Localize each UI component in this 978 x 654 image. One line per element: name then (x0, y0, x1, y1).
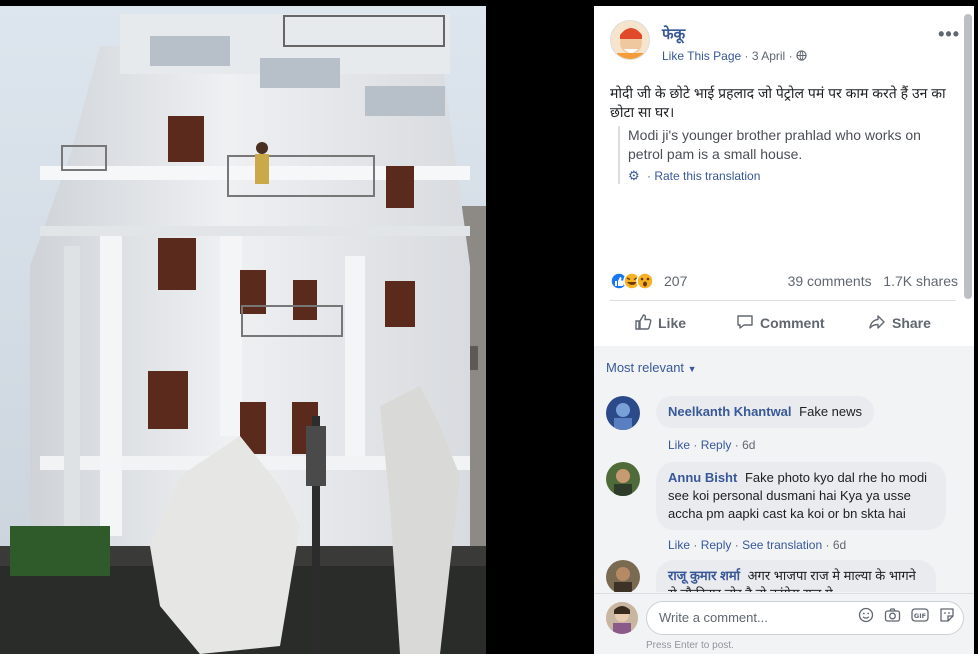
building-photo (0, 6, 486, 654)
comment-like-link[interactable]: Like (668, 538, 690, 552)
separator: · (788, 49, 793, 63)
share-label: Share (892, 315, 931, 331)
like-button[interactable]: Like (634, 306, 686, 340)
user-avatar[interactable] (606, 602, 638, 634)
like-label: Like (658, 315, 687, 331)
comment-bubble: राजू कुमार शर्मा अगर भाजपा राज मे माल्या… (656, 560, 936, 592)
gif-icon[interactable]: GIF (911, 602, 929, 634)
comment-meta: Like · Reply · See translation · 6d (668, 538, 846, 552)
post-photo[interactable] (0, 0, 590, 654)
gear-icon: ⚙ (628, 168, 640, 183)
comment-author[interactable]: Neelkanth Khantwal (668, 404, 792, 419)
sort-label: Most relevant (606, 360, 685, 375)
post-text: मोदी जी के छोटे भाई प्रहलाद जो पेट्रोल प… (610, 85, 946, 120)
comments-section: Most relevant ▼ Neelkanth Khantwal Fake … (594, 346, 974, 654)
comment-author[interactable]: राजू कुमार शर्मा (668, 568, 740, 583)
separator: · (825, 538, 830, 552)
comment-bubble: Neelkanth Khantwal Fake news (656, 396, 875, 428)
comment-bubble: Annu Bisht Fake photo kyo dal rhe ho mod… (656, 462, 946, 530)
commenter-avatar[interactable] (606, 462, 640, 496)
see-translation-link[interactable]: See translation (742, 538, 822, 552)
commenter-avatar[interactable] (606, 396, 640, 430)
caret-down-icon: ▼ (687, 364, 697, 374)
comment-meta: Like · Reply · 6d (668, 438, 755, 452)
separator: · (734, 438, 739, 452)
translation-block: Modi ji's younger brother prahlad who wo… (618, 126, 958, 184)
comment-text: Fake news (799, 404, 863, 419)
comment-icon (736, 313, 754, 334)
svg-text:GIF: GIF (914, 612, 926, 620)
more-options-icon[interactable]: ••• (938, 24, 960, 45)
comment-label: Comment (760, 315, 825, 331)
comment-time[interactable]: 6d (742, 438, 755, 452)
camera-icon[interactable] (884, 602, 901, 634)
translation-text: Modi ji's younger brother prahlad who wo… (628, 127, 921, 162)
page-avatar[interactable] (610, 20, 650, 60)
commenter-avatar[interactable] (606, 560, 640, 592)
shares-count[interactable]: 1.7K shares (883, 273, 958, 289)
thumbs-up-icon (634, 313, 652, 334)
rate-translation-link[interactable]: Rate this translation (654, 169, 760, 183)
comment-button[interactable]: Comment (736, 306, 825, 340)
scrollbar[interactable] (964, 14, 972, 299)
comment-reply-link[interactable]: Reply (701, 438, 732, 452)
comment-placeholder: Write a comment... (659, 610, 768, 625)
comment-like-link[interactable]: Like (668, 438, 690, 452)
globe-icon (796, 49, 807, 63)
separator: · (734, 538, 739, 552)
reaction-count[interactable]: 207 (664, 273, 687, 289)
rate-translation[interactable]: ⚙ · Rate this translation (628, 168, 958, 184)
comment-sort-dropdown[interactable]: Most relevant ▼ (606, 360, 697, 375)
post-header: फेकू Like This Page · 3 April · ••• (610, 20, 959, 66)
comment-time[interactable]: 6d (833, 538, 846, 552)
comment-author[interactable]: Annu Bisht (668, 470, 737, 485)
separator: · (744, 49, 749, 63)
post-date[interactable]: 3 April (752, 49, 785, 63)
divider (610, 300, 956, 301)
comment-input[interactable]: Write a comment... GIF (646, 601, 964, 635)
sticker-icon[interactable] (939, 602, 955, 634)
action-bar: Like Comment Share (610, 306, 956, 340)
like-page-link[interactable]: Like This Page (662, 49, 741, 63)
page-name[interactable]: फेकू (662, 24, 685, 44)
separator: · (693, 538, 698, 552)
separator: · (647, 169, 651, 183)
comments-count[interactable]: 39 comments (788, 273, 872, 289)
reaction-icons[interactable] (610, 272, 660, 290)
comment-composer: Write a comment... GIF Press Enter to po… (594, 593, 974, 654)
composer-tools: GIF (858, 602, 955, 634)
comment-item: राजू कुमार शर्मा अगर भाजपा राज मे माल्या… (606, 560, 946, 592)
post-panel: फेकू Like This Page · 3 April · ••• मोदी… (594, 6, 974, 654)
share-icon (868, 313, 886, 334)
separator: · (693, 438, 698, 452)
press-enter-hint: Press Enter to post. (646, 640, 734, 651)
share-button[interactable]: Share (868, 306, 931, 340)
engagement-counts: 39 comments 1.7K shares (788, 273, 958, 289)
reactions-bar: 207 39 comments 1.7K shares (610, 272, 958, 290)
emoji-icon[interactable] (858, 602, 874, 634)
comment-reply-link[interactable]: Reply (701, 538, 732, 552)
post-subline: Like This Page · 3 April · (662, 49, 807, 63)
